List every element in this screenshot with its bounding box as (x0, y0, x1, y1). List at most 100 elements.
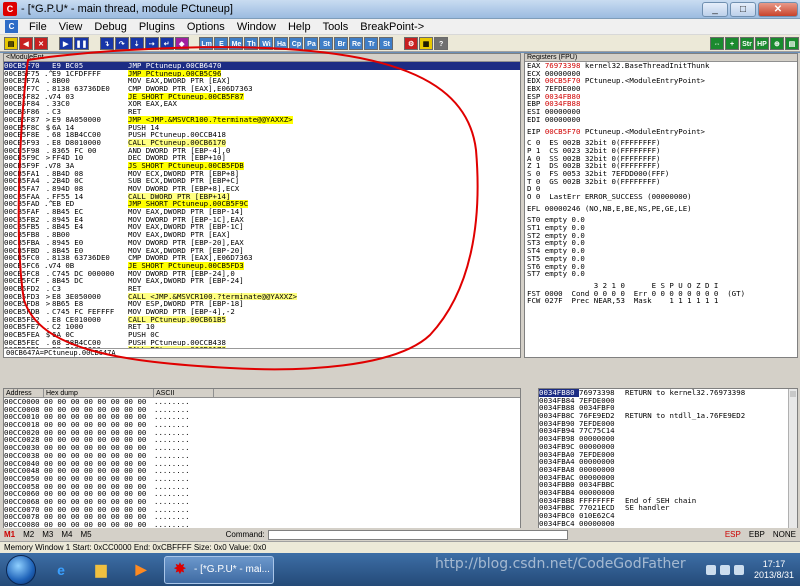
toolbar-plus-icon[interactable]: + (724, 36, 739, 50)
ie-icon[interactable]: e (44, 556, 78, 584)
fpu-row[interactable]: ST7 empty 0.0 (525, 270, 797, 278)
toolbar-btn-re[interactable]: Re (349, 36, 364, 50)
register-row[interactable]: EDI 00000000 (525, 115, 797, 124)
menu-tools[interactable]: Tools (317, 19, 355, 35)
menu-logo-icon[interactable]: C (5, 20, 18, 33)
disasm-row[interactable]: 00CB5FAF. 8B45 EC MOV EAX,DWORD PTR [EBP-1… (4, 208, 520, 216)
goto-icon[interactable]: ◆ (174, 36, 189, 50)
toolbar-btn-tr[interactable]: Tr (364, 36, 379, 50)
explorer-icon[interactable]: ▆ (84, 556, 118, 584)
disasm-row[interactable]: 00CB5F86. C3 RET (4, 108, 520, 116)
stack-mode-ebp[interactable]: EBP (745, 530, 769, 539)
stack-row[interactable]: 0034FB98 00000000 (539, 435, 797, 443)
menu-view[interactable]: View (53, 19, 89, 35)
stack-row[interactable]: 0034FBA4 00000000 (539, 458, 797, 466)
registers-pane[interactable]: Registers (FPU) EAX 76973398 kernel32.Ba… (524, 53, 798, 358)
stack-row[interactable]: 0034FBBC 77021ECD SE handler (539, 504, 797, 512)
disasm-row[interactable]: 00CB5FEA $6A 0C PUSH 0C (4, 331, 520, 339)
start-button[interactable] (6, 554, 36, 585)
register-value[interactable]: 00000000 (545, 115, 581, 124)
toolbar-btn-hp[interactable]: HP (754, 36, 769, 50)
execute-till-return-icon[interactable]: ↵ (159, 36, 174, 50)
disasm-row[interactable]: 00CB5FD8 >8B65 E8 MOV ESP,DWORD PTR [EBP-1… (4, 300, 520, 308)
appearance-icon[interactable]: ▦ (419, 36, 434, 50)
pause-icon[interactable]: ❚❚ (73, 36, 89, 50)
toolbar-btn-cp[interactable]: Cp (289, 36, 304, 50)
minimize-button[interactable]: _ (702, 1, 728, 17)
stack-row[interactable]: 0034FB88 0034FBF0 (539, 404, 797, 412)
media-player-icon[interactable]: ▶ (124, 556, 158, 584)
disasm-row[interactable]: 00CB5FC0. 8138 63736DE0 CMP DWORD PTR [EAX… (4, 254, 520, 262)
stack-row[interactable]: 0034FB84 7EFDE000 (539, 396, 797, 405)
disasm-row[interactable]: 00CB5F8E. 68 18B4CC00 PUSH PCtuneup.00CCB4… (4, 131, 520, 139)
help-icon[interactable]: ? (434, 36, 449, 50)
step-into-icon[interactable]: ↴ (99, 36, 114, 50)
stack-row[interactable]: 0034FB9C 00000000 (539, 443, 797, 451)
disasm-row[interactable]: 00CB5F7A. 8B00 MOV EAX,DWORD PTR [EAX] (4, 77, 520, 85)
menu-plugins[interactable]: Plugins (133, 19, 181, 35)
disasm-row[interactable]: 00CB5FDB. C745 FC FEFFFF MOV DWORD PTR [EB… (4, 308, 520, 316)
disasm-row[interactable]: 00CB5FCF. 8B45 DC MOV EAX,DWORD PTR [EBP-2… (4, 277, 520, 285)
disasm-row[interactable]: 00CB5FBA. 8945 E0 MOV DWORD PTR [EBP-20],E… (4, 239, 520, 247)
step-over-icon[interactable]: ↷ (114, 36, 129, 50)
toolbar-btn-e[interactable]: E (214, 36, 229, 50)
disasm-row[interactable]: 00CB5FE2. E8 CE010000 CALL PCtuneup.00CB61… (4, 315, 520, 324)
disasm-row[interactable]: 00CB5FB5. 8B45 E4 MOV EAX,DWORD PTR [EBP-1… (4, 223, 520, 231)
stack-row[interactable]: 0034FBA0 7EFDE000 (539, 450, 797, 459)
stack-row[interactable]: 0034FB94 77C75C14 (539, 427, 797, 435)
dump-pane[interactable]: Address Hex dump ASCII 00CC0000 00 00 00 … (3, 388, 521, 533)
toolbar-btn-th[interactable]: Th (244, 36, 259, 50)
trace-into-icon[interactable]: ⇣ (129, 36, 144, 50)
stack-row[interactable]: 0034FBA8 00000000 (539, 466, 797, 474)
disasm-row[interactable]: 00CB5FEC. 68 38B4CC00 PUSH PCtuneup.00CCB4… (4, 339, 520, 347)
stack-row[interactable]: 0034FBAC 00000000 (539, 473, 797, 482)
tray-volume-icon[interactable] (733, 564, 744, 575)
app-icon[interactable]: C (3, 2, 17, 16)
stack-mode-esp[interactable]: ESP (721, 530, 745, 539)
tab-m2[interactable]: M2 (19, 530, 38, 539)
tray-icon[interactable] (705, 564, 716, 575)
stack-row[interactable]: 0034FBB0 0034FBBC (539, 481, 797, 489)
stack-scrollbar[interactable] (788, 389, 797, 532)
clock[interactable]: 17:17 2013/8/31 (754, 559, 794, 581)
stack-row[interactable]: 0034FB8C 76FE9ED2 RETURN to ntdll_1a.76FE9… (539, 412, 797, 420)
tab-m3[interactable]: M3 (38, 530, 57, 539)
stack-mode-none[interactable]: NONE (769, 530, 800, 539)
stack-pane[interactable]: 0034FB80 76973398 RETURN to kernel32.76973… (538, 388, 798, 533)
disasm-row[interactable]: 00CB5F8C $6A 14 PUSH 14 (4, 123, 520, 132)
register-row-eip[interactable]: EIP 00CB5F70 PCtuneup.<ModuleEntryPoint> (525, 127, 797, 136)
toolbar-btn-wi[interactable]: Wi (259, 36, 274, 50)
disasm-row[interactable]: 00CB5FA7. 894D 08 MOV DWORD PTR [EBP+8],EC… (4, 185, 520, 193)
flag-row[interactable]: T 0 GS 002B 32bit 0(FFFFFFFF) (525, 177, 797, 186)
disasm-row[interactable]: 00CB5F9C > FF4D 10 DEC DWORD PTR [EBP+10] (4, 154, 520, 162)
trace-over-icon[interactable]: ⇢ (144, 36, 159, 50)
toolbar-btn-me[interactable]: Me (229, 36, 244, 50)
tab-m5[interactable]: M5 (77, 530, 96, 539)
flag-row[interactable]: O 0 LastErr ERROR_SUCCESS (00000000) (525, 193, 797, 201)
disasm-row[interactable]: 00CB5FA1. 8B4D 08 MOV ECX,DWORD PTR [EBP+8… (4, 169, 520, 178)
disassembly-pane[interactable]: <ModuleEnt 00CB5F70 E9 BC05 JMP PCtuneup.0… (3, 53, 521, 358)
tab-m4[interactable]: M4 (57, 530, 76, 539)
disasm-row[interactable]: 00CB5FAD .^ EB ED JMP SHORT PCtuneup.00CB5F… (4, 200, 520, 209)
disasm-row[interactable]: 00CB5FE7. C2 1000 RET 10 (4, 323, 520, 331)
command-input[interactable] (267, 529, 568, 540)
tray-network-icon[interactable] (719, 564, 730, 575)
toolbar-circle-plus-icon[interactable]: ⊕ (769, 36, 784, 50)
disasm-row[interactable]: 00CB5F7C. 8138 63736DE0 CMP DWORD PTR [EAX… (4, 85, 520, 93)
disasm-row[interactable]: 00CB5F93. E8 D8010000 CALL PCtuneup.00CB61… (4, 139, 520, 147)
toolbar-btn-pa[interactable]: Pa (304, 36, 319, 50)
disasm-row[interactable]: 00CB5FA4. 2B4D 0C SUB ECX,DWORD PTR [EBP+C… (4, 177, 520, 185)
stack-row[interactable]: 0034FBC0 010E62C4 (539, 512, 797, 520)
toolbar-btn-str[interactable]: Str (739, 36, 754, 50)
disasm-row[interactable]: 00CB5FD2. C3 RET (4, 285, 520, 293)
close-program-icon[interactable]: ✕ (34, 36, 48, 50)
disasm-row[interactable]: 00CB5FD3 > E8 3E050000 CALL <JMP.&MSVCR100.… (4, 292, 520, 301)
menu-help[interactable]: Help (282, 19, 317, 35)
settings-icon[interactable]: ⚙ (404, 36, 419, 50)
disasm-row[interactable]: 00CB5FC6 .v 74 0B JE SHORT PCtuneup.00CB5FD… (4, 262, 520, 270)
toolbar-btn-ha[interactable]: Ha (274, 36, 289, 50)
maximize-button[interactable]: □ (730, 1, 756, 17)
efl-row[interactable]: EFL 00000246 (NO,NB,E,BE,NS,PE,GE,LE) (525, 204, 797, 213)
disasm-row[interactable]: 00CB5F98. 8365 FC 00 AND DWORD PTR [EBP-4]… (4, 146, 520, 155)
menu-breakpoint[interactable]: BreakPoint-> (354, 19, 430, 35)
